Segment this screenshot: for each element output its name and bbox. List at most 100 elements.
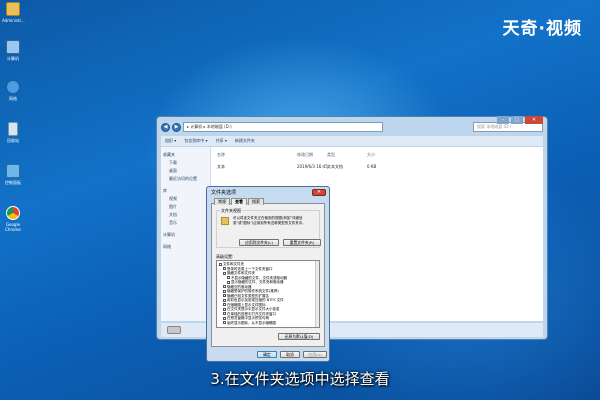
checkbox-icon [223, 289, 226, 293]
apply-to-folders-button[interactable]: 应用到文件夹(L) [239, 239, 279, 246]
checkbox-icon [223, 294, 226, 297]
folder-views-label: 文件夹视图 [220, 208, 242, 213]
drive-icon [167, 326, 181, 334]
checkbox-icon [223, 303, 226, 306]
advanced-setting-label: 在单独的进程中打开文件夹窗口 [227, 311, 276, 316]
file-date: 2019/6/3 16:45 [297, 164, 328, 169]
cancel-button[interactable]: 取消 [280, 351, 300, 358]
navigation-pane: 收藏夹 下载 桌面 最近访问的位置 库 视频 图片 文档 音乐 计算机 网络 [161, 147, 211, 321]
advanced-setting-label: 在文件夹提示中显示文件大小信息 [227, 307, 280, 311]
advanced-setting-label: 文件和文件夹 [223, 262, 244, 266]
desktop-icon-label: Administr... [2, 18, 25, 23]
advanced-setting-label: 隐藏已知文件类型的扩展名 [227, 293, 269, 298]
close-button[interactable]: ✕ [525, 116, 543, 124]
nav-item-music[interactable]: 音乐 [163, 219, 208, 227]
back-button[interactable]: ◀ [161, 122, 170, 132]
dialog-title: 文件夹选项 [211, 190, 237, 196]
advanced-settings-scrollbar[interactable] [315, 261, 319, 327]
network-icon [6, 80, 20, 94]
checkbox-icon [227, 280, 230, 284]
nav-network[interactable]: 网络 [163, 243, 208, 251]
maximize-button[interactable]: □ [511, 116, 523, 124]
checkbox-icon [223, 285, 226, 288]
address-input[interactable]: ▸ 计算机 ▸ 本地磁盘 (D:) [183, 122, 383, 132]
folder-views-group: 文件夹视图 可以将该文件夹正在使用的视图(例如"详细信息"或"图标")应用到所有… [216, 208, 321, 248]
advanced-setting-label: 在预览窗格中显示预览句柄 [227, 316, 269, 320]
nav-item-documents[interactable]: 文档 [163, 211, 208, 219]
computer-icon [6, 40, 20, 54]
checkbox-icon [227, 276, 230, 279]
nav-item-downloads[interactable]: 下载 [163, 159, 208, 167]
dialog-tabs: 常规 查看 搜索 [214, 198, 264, 205]
reset-folders-button[interactable]: 重置文件夹(R) [283, 239, 321, 246]
chrome-icon [6, 206, 20, 220]
restore-defaults-button[interactable]: 还原为默认值(D) [278, 333, 320, 340]
column-size[interactable]: 大小 [367, 152, 375, 158]
command-bar: 组织 ▾ 包含到库中 ▾ 共享 ▾ 新建文件夹 [161, 136, 543, 146]
desktop-icon-label: 网络 [9, 96, 17, 101]
column-date[interactable]: 修改日期 [297, 152, 313, 158]
tab-view[interactable]: 查看 [231, 198, 247, 205]
file-size: 0 KB [367, 164, 377, 169]
user-folder-icon [6, 2, 20, 16]
advanced-setting-label: 隐藏空的驱动器 [227, 284, 252, 289]
checkbox-icon [223, 321, 226, 324]
nav-computer[interactable]: 计算机 [163, 231, 208, 239]
desktop-icon-label: 控制面板 [5, 180, 21, 185]
desktop-icon-chrome[interactable]: Google Chrome [2, 206, 24, 232]
desktop-icon-computer[interactable]: 计算机 [2, 40, 24, 61]
file-type: 文本文档 [327, 164, 343, 169]
organize-menu[interactable]: 组织 ▾ [165, 136, 176, 146]
share-menu[interactable]: 共享 ▾ [216, 136, 227, 146]
tab-general[interactable]: 常规 [214, 198, 230, 205]
checkbox-icon [223, 271, 226, 275]
desktop-icon-recycle-bin[interactable]: 回收站 [2, 122, 24, 143]
advanced-setting-label: 始终显示图标，从不显示缩略图 [227, 320, 276, 325]
advanced-setting-label: 隐藏文件和文件夹 [227, 271, 255, 275]
folder-views-description: 可以将该文件夹正在使用的视图(例如"详细信息"或"图标")应用到所有这种类型的文… [233, 216, 306, 225]
desktop-icon-label: Google Chrome [5, 222, 21, 232]
nav-libraries[interactable]: 库 [163, 187, 208, 195]
file-name: 文本 [217, 164, 225, 169]
checkbox-icon [223, 307, 226, 311]
nav-favorites[interactable]: 收藏夹 [163, 151, 208, 159]
tab-search[interactable]: 搜索 [248, 198, 264, 205]
advanced-setting-label: 在缩略图上显示文件图标 [227, 302, 266, 307]
advanced-setting-label: 隐藏受保护的操作系统文件(推荐) [227, 289, 279, 293]
checkbox-icon [223, 316, 226, 320]
desktop-icon-network[interactable]: 网络 [2, 80, 24, 101]
advanced-setting-item[interactable]: 始终显示图标，从不显示缩略图 [219, 321, 317, 326]
desktop-icon-administrator[interactable]: Administr... [2, 2, 25, 23]
nav-item-desktop[interactable]: 桌面 [163, 167, 208, 175]
advanced-setting-label: 显示隐藏的文件、文件夹和驱动器 [231, 280, 284, 284]
forward-button[interactable]: ▶ [172, 122, 181, 132]
folder-options-dialog: 文件夹选项 ✕ 常规 查看 搜索 文件夹视图 可以将该文件夹正在使用的视图(例如… [206, 186, 330, 362]
include-in-library-menu[interactable]: 包含到库中 ▾ [184, 136, 207, 146]
checkbox-icon [223, 312, 226, 315]
column-headers: 名称 修改日期 类型 大小 [217, 152, 539, 159]
checkbox-icon [223, 267, 226, 270]
apply-button[interactable]: 应用(A) [303, 351, 327, 358]
advanced-setting-label: 不显示隐藏的文件、文件夹或驱动器 [231, 275, 287, 280]
watermark: 天奇·视频 [502, 19, 582, 39]
desktop-icon-control-panel[interactable]: 控制面板 [2, 164, 24, 185]
desktop-icon-label: 回收站 [7, 138, 19, 143]
control-panel-icon [6, 164, 20, 178]
dialog-panel: 常规 查看 搜索 文件夹视图 可以将该文件夹正在使用的视图(例如"详细信息"或"… [211, 198, 325, 347]
advanced-setting-label: 用彩色显示加密或压缩的 NTFS 文件 [227, 298, 284, 302]
checkbox-icon [223, 298, 226, 302]
advanced-settings-list[interactable]: 文件和文件夹 登录时还原上一个文件夹窗口 隐藏文件和文件夹 不显示隐藏的文件、文件夹或… [216, 260, 320, 328]
new-folder-button[interactable]: 新建文件夹 [235, 136, 255, 146]
column-name[interactable]: 名称 [217, 152, 225, 158]
nav-item-videos[interactable]: 视频 [163, 195, 208, 203]
desktop-icon-label: 计算机 [7, 56, 19, 61]
column-type[interactable]: 类型 [327, 152, 335, 158]
nav-item-pictures[interactable]: 图片 [163, 203, 208, 211]
nav-item-recent[interactable]: 最近访问的位置 [163, 175, 208, 183]
dialog-close-button[interactable]: ✕ [312, 189, 326, 196]
advanced-setting-label: 登录时还原上一个文件夹窗口 [227, 266, 273, 271]
folder-icon [219, 262, 222, 266]
ok-button[interactable]: 确定 [257, 351, 277, 358]
file-row[interactable]: 文本 2019/6/3 16:45 文本文档 0 KB [217, 163, 539, 171]
minimize-button[interactable]: – [497, 116, 509, 124]
